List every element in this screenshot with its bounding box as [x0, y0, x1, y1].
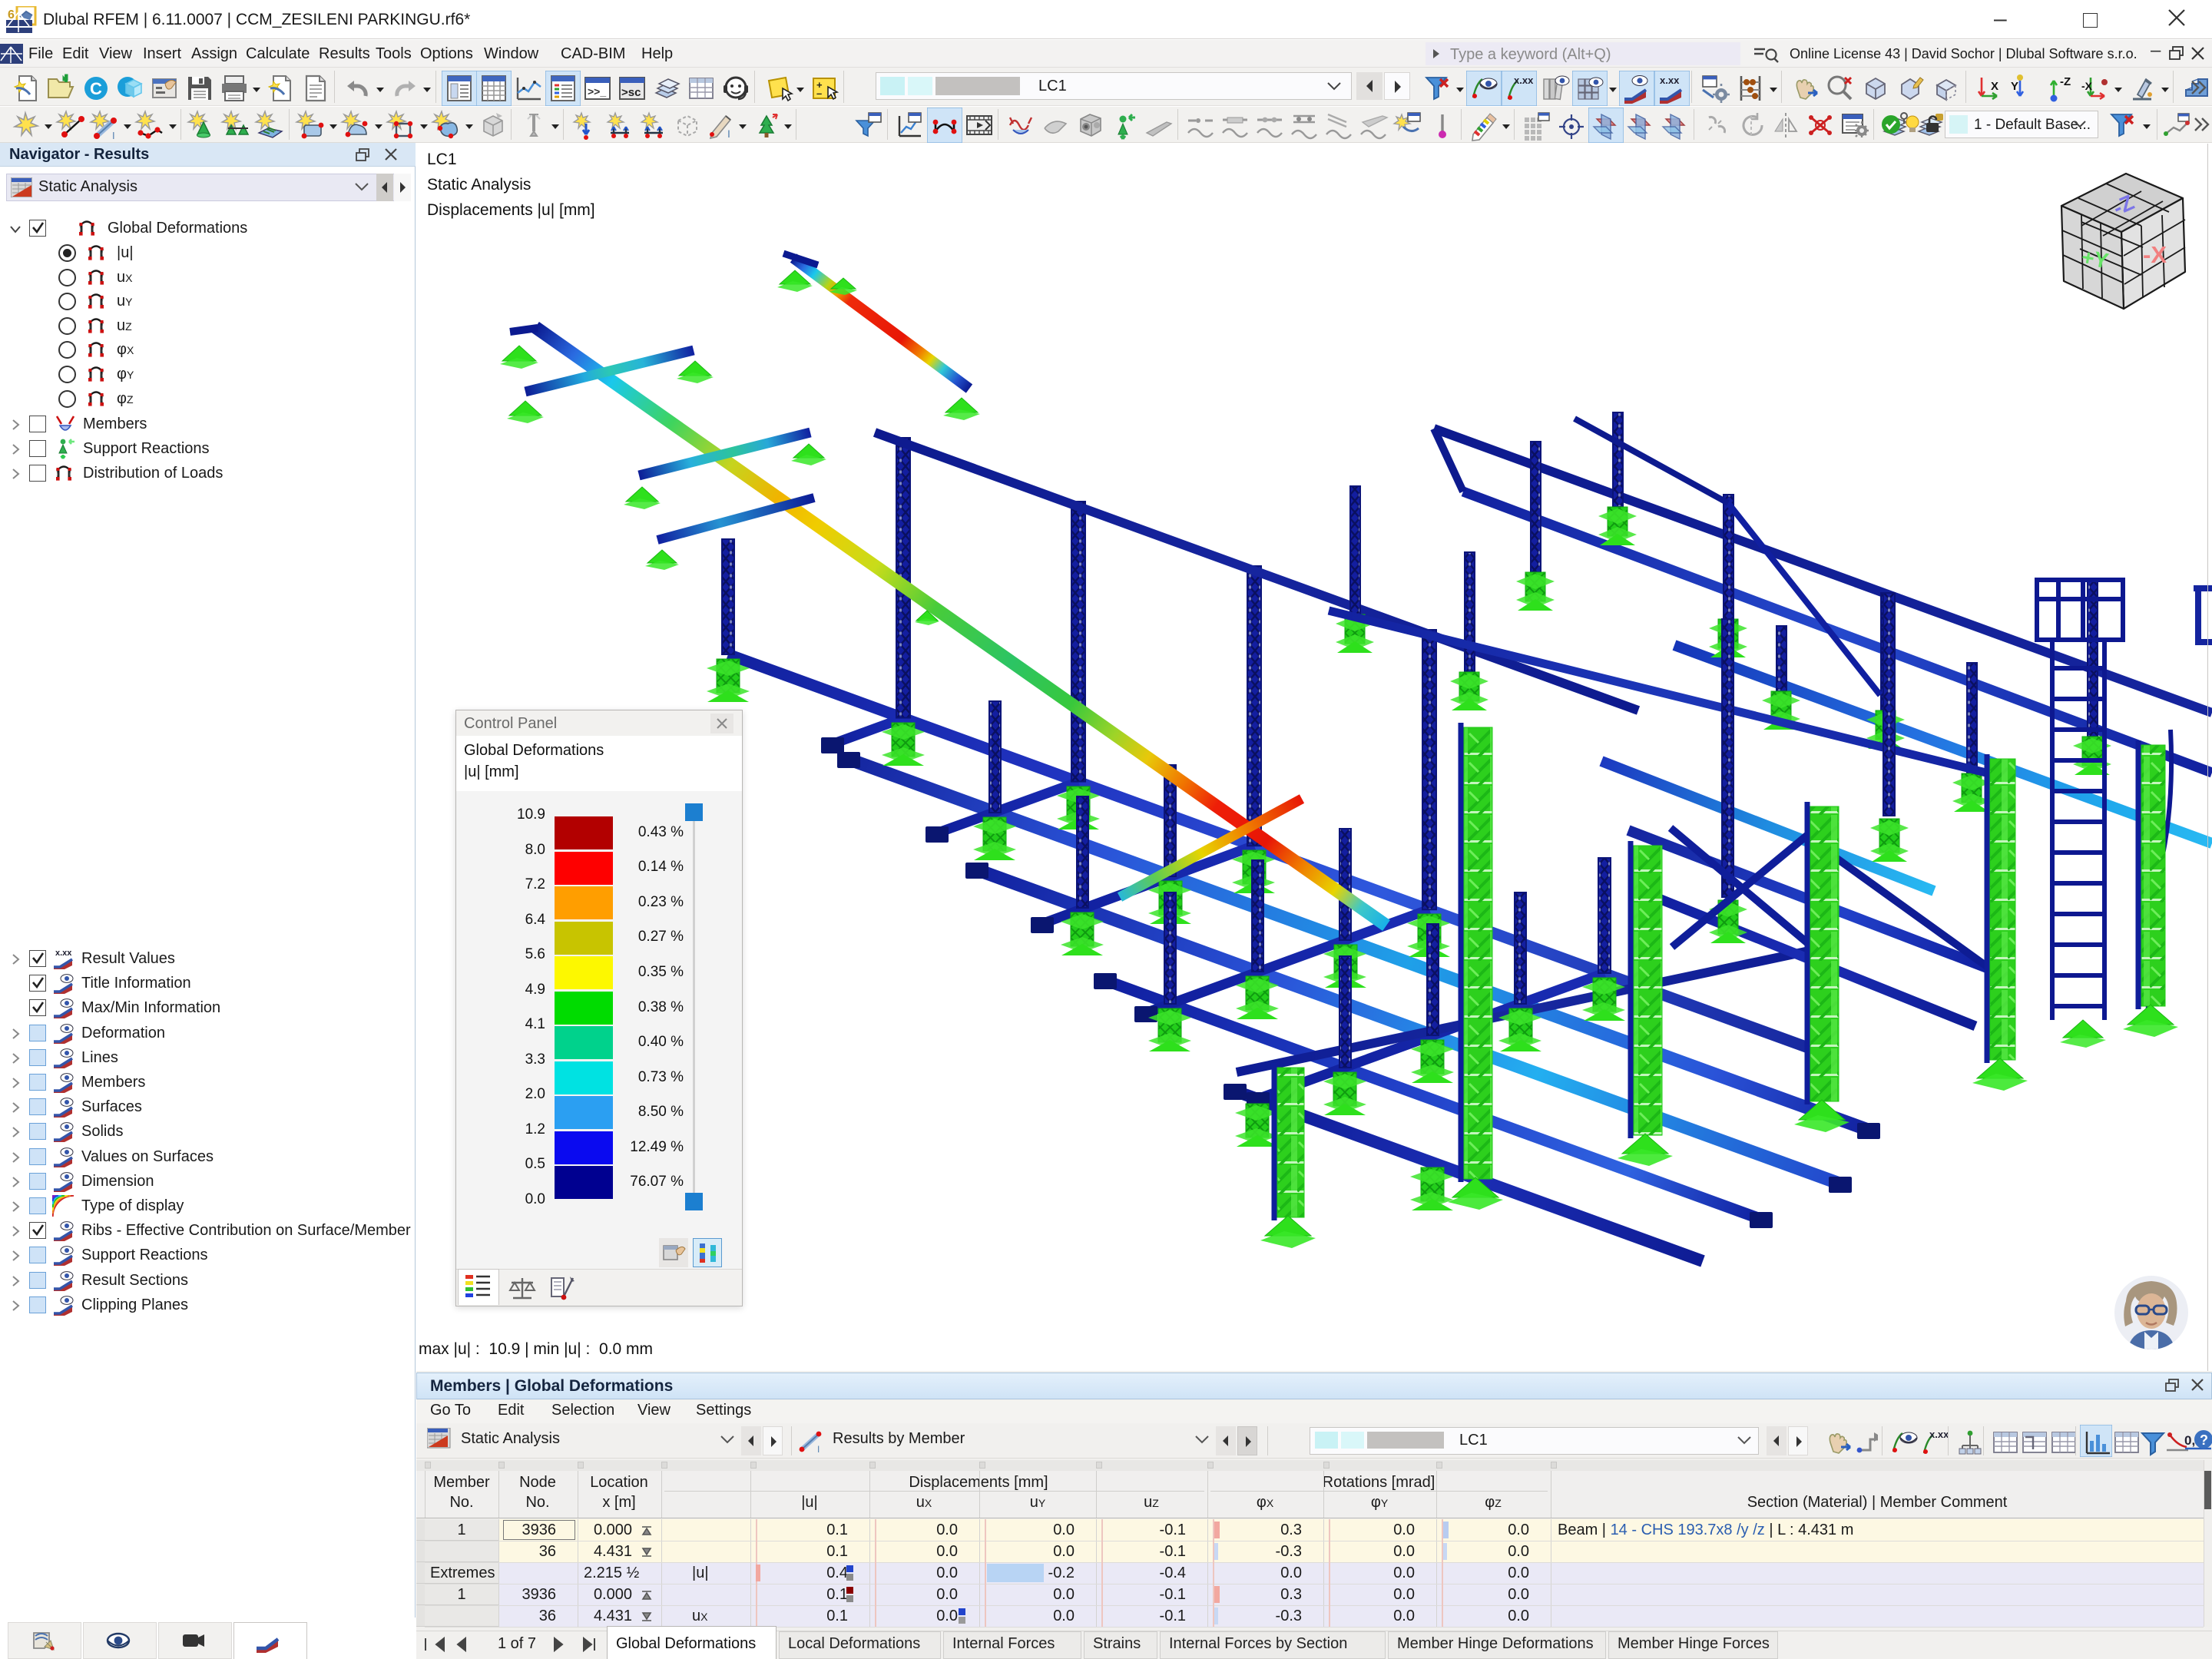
svg-text:I: I	[727, 127, 730, 140]
svg-text:x.xx: x.xx	[55, 949, 72, 958]
svg-text:C: C	[90, 79, 102, 98]
svg-text:-Z: -Z	[2060, 75, 2071, 88]
svg-text:x.xx: x.xx	[1514, 75, 1534, 86]
svg-text:+Y: +Y	[2080, 245, 2111, 273]
svg-text:-X: -X	[2081, 80, 2093, 92]
svg-text:X: X	[1991, 80, 1998, 93]
svg-text:I: I	[112, 130, 115, 141]
svg-text:x.xx: x.xx	[1929, 1429, 1949, 1440]
svg-text:I: I	[817, 1444, 820, 1452]
svg-text:?: ?	[2200, 1432, 2208, 1448]
svg-text:-X: -X	[2143, 241, 2167, 268]
svg-text:>>_: >>_	[588, 85, 606, 98]
svg-text:>sc: >sc	[621, 86, 641, 99]
svg-text:Y: Y	[2011, 80, 2018, 93]
svg-text:–: –	[816, 88, 822, 99]
svg-text:x.xx: x.xx	[1660, 75, 1680, 86]
